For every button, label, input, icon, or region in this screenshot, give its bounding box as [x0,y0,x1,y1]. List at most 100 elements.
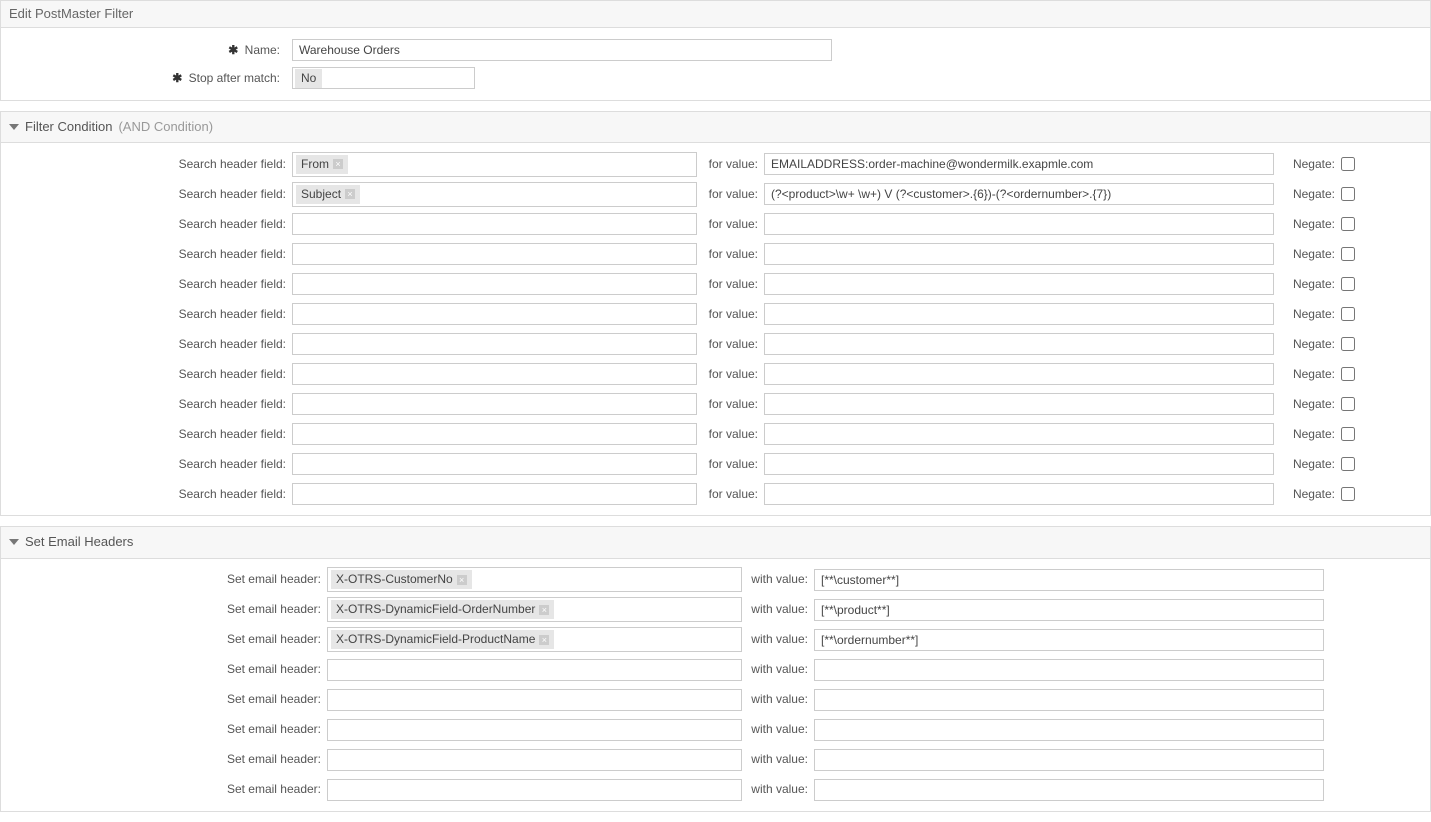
email-header-row: Set email header:X-OTRS-CustomerNo×with … [1,565,1430,595]
search-header-field-label: Search header field: [1,186,286,203]
email-header-select[interactable]: X-OTRS-CustomerNo× [327,567,742,592]
email-header-row: Set email header:with value: [1,775,1430,805]
with-value-label: with value: [748,631,808,648]
set-email-header-label: Set email header: [1,661,321,678]
negate-checkbox[interactable] [1341,217,1355,231]
for-value-input[interactable] [764,423,1274,445]
selected-header-tag: From× [296,155,348,174]
name-input[interactable] [292,39,832,61]
search-header-field-label: Search header field: [1,276,286,293]
for-value-input[interactable] [764,153,1274,175]
for-value-input[interactable] [764,303,1274,325]
filter-condition-row: Search header field:From×for value:Negat… [1,149,1430,179]
negate-label: Negate: [1280,246,1335,263]
negate-checkbox[interactable] [1341,457,1355,471]
set-email-header-label: Set email header: [1,781,321,798]
with-value-label: with value: [748,661,808,678]
for-value-input[interactable] [764,243,1274,265]
with-value-input[interactable] [814,599,1324,621]
set-email-header-label: Set email header: [1,601,321,618]
remove-tag-icon[interactable]: × [457,575,467,585]
search-header-field-select[interactable] [292,453,697,475]
for-value-input[interactable] [764,483,1274,505]
with-value-input[interactable] [814,629,1324,651]
filter-condition-header[interactable]: Filter Condition (AND Condition) [0,111,1431,143]
search-header-field-select[interactable] [292,243,697,265]
search-header-field-select[interactable] [292,363,697,385]
negate-label: Negate: [1280,276,1335,293]
with-value-input[interactable] [814,719,1324,741]
negate-label: Negate: [1280,396,1335,413]
filter-condition-row: Search header field:for value:Negate: [1,449,1430,479]
email-header-select[interactable]: X-OTRS-DynamicField-OrderNumber× [327,597,742,622]
negate-checkbox[interactable] [1341,337,1355,351]
for-value-input[interactable] [764,183,1274,205]
for-value-label: for value: [703,396,758,413]
for-value-label: for value: [703,366,758,383]
negate-label: Negate: [1280,186,1335,203]
negate-checkbox[interactable] [1341,367,1355,381]
negate-checkbox[interactable] [1341,307,1355,321]
email-header-row: Set email header: with value: [1,655,1430,685]
search-header-field-select[interactable] [292,483,697,505]
for-value-input[interactable] [764,453,1274,475]
with-value-label: with value: [748,721,808,738]
filter-condition-row: Search header field:Subject×for value:Ne… [1,179,1430,209]
search-header-field-select[interactable] [292,393,697,415]
email-header-select[interactable] [327,659,742,681]
email-header-select[interactable] [327,779,742,801]
with-value-input[interactable] [814,659,1324,681]
search-header-field-select[interactable]: From× [292,152,697,177]
search-header-field-label: Search header field: [1,216,286,233]
email-header-select[interactable] [327,719,742,741]
stop-after-match-select[interactable]: No [292,67,475,89]
search-header-field-select[interactable] [292,423,697,445]
filter-condition-row: Search header field:for value:Negate: [1,389,1430,419]
negate-checkbox[interactable] [1341,157,1355,171]
negate-checkbox[interactable] [1341,187,1355,201]
filter-condition-row: Search header field:for value:Negate: [1,299,1430,329]
selected-header-tag: Subject× [296,185,360,204]
negate-checkbox[interactable] [1341,277,1355,291]
search-header-field-select[interactable]: Subject× [292,182,697,207]
with-value-input[interactable] [814,689,1324,711]
filter-condition-row: Search header field:for value:Negate: [1,239,1430,269]
remove-tag-icon[interactable]: × [345,189,355,199]
stop-after-match-label: Stop after match: [189,71,280,85]
search-header-field-select[interactable] [292,213,697,235]
for-value-label: for value: [703,336,758,353]
with-value-input[interactable] [814,749,1324,771]
search-header-field-select[interactable] [292,273,697,295]
set-email-header-label: Set email header: [1,631,321,648]
set-email-header-label: Set email header: [1,751,321,768]
for-value-input[interactable] [764,333,1274,355]
selected-email-header-tag: X-OTRS-CustomerNo× [331,570,472,589]
with-value-input[interactable] [814,569,1324,591]
filter-condition-row: Search header field:for value:Negate: [1,479,1430,509]
email-header-select[interactable] [327,749,742,771]
for-value-label: for value: [703,276,758,293]
for-value-input[interactable] [764,363,1274,385]
negate-checkbox[interactable] [1341,397,1355,411]
remove-tag-icon[interactable]: × [539,605,549,615]
email-header-row: Set email header:with value: [1,745,1430,775]
stop-after-match-search[interactable] [324,69,474,87]
for-value-input[interactable] [764,393,1274,415]
negate-checkbox[interactable] [1341,247,1355,261]
remove-tag-icon[interactable]: × [539,635,549,645]
search-header-field-select[interactable] [292,333,697,355]
search-header-field-select[interactable] [292,303,697,325]
stop-after-match-value: No [295,69,322,88]
for-value-input[interactable] [764,213,1274,235]
selected-email-header-tag: X-OTRS-DynamicField-OrderNumber× [331,600,554,619]
negate-checkbox[interactable] [1341,427,1355,441]
set-email-headers-header[interactable]: Set Email Headers [0,526,1431,558]
email-header-select[interactable]: X-OTRS-DynamicField-ProductName× [327,627,742,652]
filter-condition-row: Search header field: for value: Negate: [1,269,1430,299]
remove-tag-icon[interactable]: × [333,159,343,169]
negate-label: Negate: [1280,336,1335,353]
with-value-input[interactable] [814,779,1324,801]
for-value-input[interactable] [764,273,1274,295]
negate-checkbox[interactable] [1341,487,1355,501]
email-header-select[interactable] [327,689,742,711]
